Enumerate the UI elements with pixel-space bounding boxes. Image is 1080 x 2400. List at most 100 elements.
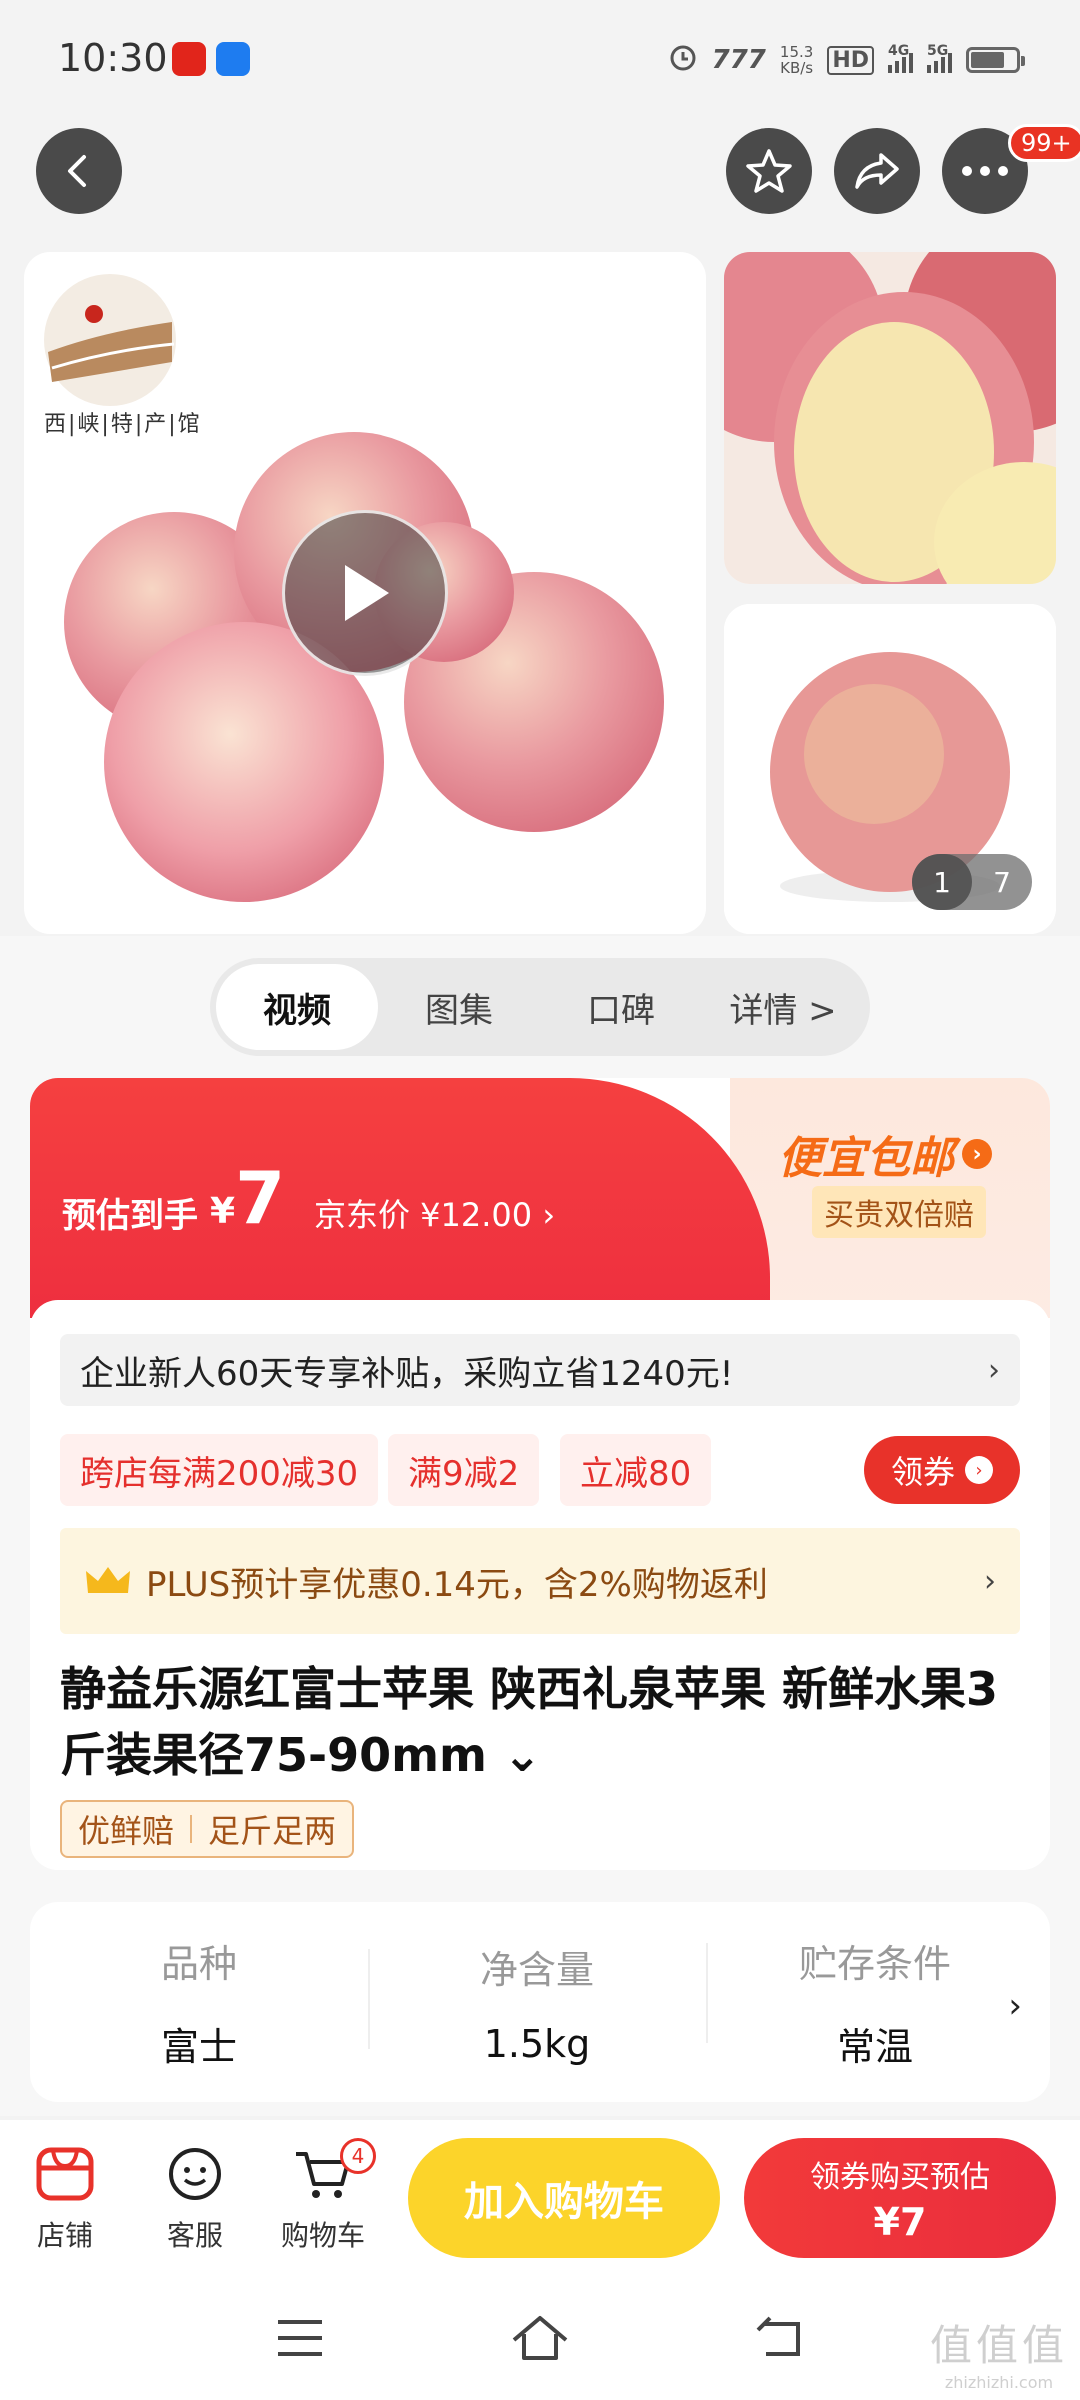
signal-4g-icon: 4G [888,43,913,73]
shop-name: 西|峡|特|产|馆 [44,412,202,437]
spec-label: 品种 [160,1942,237,1986]
spec-variety: 品种 富士 [30,1933,368,2071]
signal-5g-icon: 5G [927,43,952,73]
plus-member-text: PLUS预计享优惠0.14元，含2%购物返利 [146,1564,768,1605]
gallery-thumbnail-2[interactable]: 1 7 [724,604,1056,934]
back-button[interactable] [36,128,122,214]
battery-icon [966,47,1025,73]
store-icon [36,2147,94,2201]
service-tags[interactable]: 优鲜赔 足斤足两 [60,1800,355,1858]
buy-now-button[interactable]: 领券购买预估 ¥7 [744,2138,1056,2258]
estimate-label: 预估到手 [62,1196,198,1236]
tab-reviews[interactable]: 口碑 [540,964,702,1050]
plus-member-banner[interactable]: PLUS预计享优惠0.14元，含2%购物返利 › [60,1528,1020,1634]
favorite-button[interactable] [726,128,812,214]
add-to-cart-button[interactable]: 加入购物车 [408,2138,720,2258]
status-time: 10:30 [58,36,168,80]
menu-icon [278,2320,322,2356]
chevron-right-icon: › [1008,1986,1022,2026]
status-indicators: 777 15.3 KB/s HD 4G 5G [668,36,1025,84]
price-card: 预估到手 ¥7 京东价 ¥12.00 › 便宜包邮 › 买贵双倍赔 企业新人60… [30,1078,1050,1870]
currency-symbol: ¥ [210,1191,236,1232]
watermark-url: zhizhizhi.com [944,2373,1054,2392]
spec-net-weight: 净含量 1.5kg [368,1939,706,2066]
page-indicator: 1 7 [912,854,1032,910]
bottom-action-bar: 店铺 客服 购物车 4 加入购物车 领券购买预估 ¥7 [0,2120,1080,2270]
star-icon [746,149,792,193]
watermark: 值值值 zhizhizhi.com [930,2312,1068,2392]
battery-level [971,52,1004,68]
tag-fresh-compensation: 优鲜赔 [78,1812,175,1850]
customer-service-label: 客服 [166,2219,223,2252]
net-speed-unit: KB/s [780,59,814,77]
play-button[interactable] [282,510,448,676]
shop-button[interactable]: 店铺 [10,2142,120,2254]
tab-gallery[interactable]: 图集 [378,964,540,1050]
network-speed: 15.3 KB/s [780,44,813,76]
enterprise-subsidy-banner[interactable]: 企业新人60天专享补贴，采购立省1240元! › [60,1334,1020,1406]
crown-icon [86,1567,130,1593]
signal-5g-label: 5G [927,43,949,59]
free-shipping-title: 便宜包邮 [778,1133,954,1184]
home-icon [512,2316,568,2360]
share-button[interactable] [834,128,920,214]
price-guarantee-badge: 买贵双倍赔 [812,1186,986,1238]
coupon-cross-store[interactable]: 跨店每满200减30 [60,1434,379,1506]
notification-badge: 99+ [1008,124,1080,162]
buy-now-label: 领券购买预估 [810,2160,990,2195]
chat-face-icon [169,2148,221,2200]
tag-full-weight: 足斤足两 [208,1812,337,1850]
shop-label: 店铺 [36,2219,93,2252]
cut-apple-image [724,252,1056,584]
more-icon [962,166,1008,176]
tab-video[interactable]: 视频 [216,964,378,1050]
chevron-left-icon [68,155,86,187]
netease-music-icon [172,42,206,76]
coupon-instant-80[interactable]: 立减80 [560,1434,712,1506]
spec-card[interactable]: 品种 富士 净含量 1.5kg 贮存条件 常温 › [30,1902,1050,2102]
chevron-right-icon: › [984,1563,996,1599]
promo-section: 企业新人60天专享补贴，采购立省1240元! › 跨店每满200减30 满9减2… [30,1300,1050,1870]
free-shipping-link[interactable]: 便宜包邮 › [778,1122,992,1186]
shop-logo [44,274,176,406]
share-icon [855,153,899,189]
tab-details[interactable]: 详情 > [702,964,864,1050]
chevron-right-icon: › [988,1352,1000,1388]
home-button[interactable] [500,2310,580,2366]
jd-price-link[interactable]: 京东价 ¥12.00 › [314,1190,555,1236]
chevron-right-icon: › [962,1139,992,1169]
status-bar: 10:30 777 15.3 KB/s HD 4G 5G [0,0,1080,120]
estimate-value: 7 [235,1156,286,1240]
spec-label: 净含量 [479,1947,594,1992]
page-total: 7 [993,865,1011,899]
nfc-icon: 777 [711,45,766,75]
spec-label: 贮存条件 [798,1942,951,1986]
alarm-icon [668,42,698,78]
gallery-thumbnail-1[interactable] [724,252,1056,584]
back-arrow-icon [756,2316,800,2356]
main-video-thumbnail[interactable]: 西|峡|特|产|馆 [24,252,706,934]
spec-storage: 贮存条件 常温 [706,1933,1044,2071]
product-title[interactable]: 静益乐源红富士苹果 陕西礼泉苹果 新鲜水果3斤装果径75-90mm ⌄ [60,1656,1030,1788]
chevron-right-icon: › [965,1456,993,1484]
spec-value: 常温 [836,2025,913,2069]
hd-icon: HD [827,45,874,75]
watermark-logo: 值值值 [929,2321,1068,2370]
cart-label: 购物车 [280,2219,365,2252]
get-coupon-button[interactable]: 领券 › [864,1436,1020,1504]
play-icon [345,565,389,621]
buy-now-price: ¥7 [873,2200,927,2244]
get-coupon-label: 领券 [890,1453,955,1491]
cart-count-badge: 4 [340,2138,376,2174]
media-tabs: 视频 图集 口碑 详情 > [210,958,870,1056]
page-current: 1 [912,854,972,910]
system-navigation-bar [0,2270,1080,2400]
system-back-button[interactable] [740,2310,820,2366]
enterprise-subsidy-text: 企业新人60天专享补贴，采购立省1240元! [80,1353,734,1394]
estimate-price: ¥7 [210,1156,285,1240]
menu-button[interactable] [260,2310,340,2366]
signal-4g-label: 4G [888,43,910,59]
spec-value: 富士 [160,2025,237,2069]
customer-service-button[interactable]: 客服 [140,2142,250,2254]
coupon-9-minus-2[interactable]: 满9减2 [388,1434,540,1506]
